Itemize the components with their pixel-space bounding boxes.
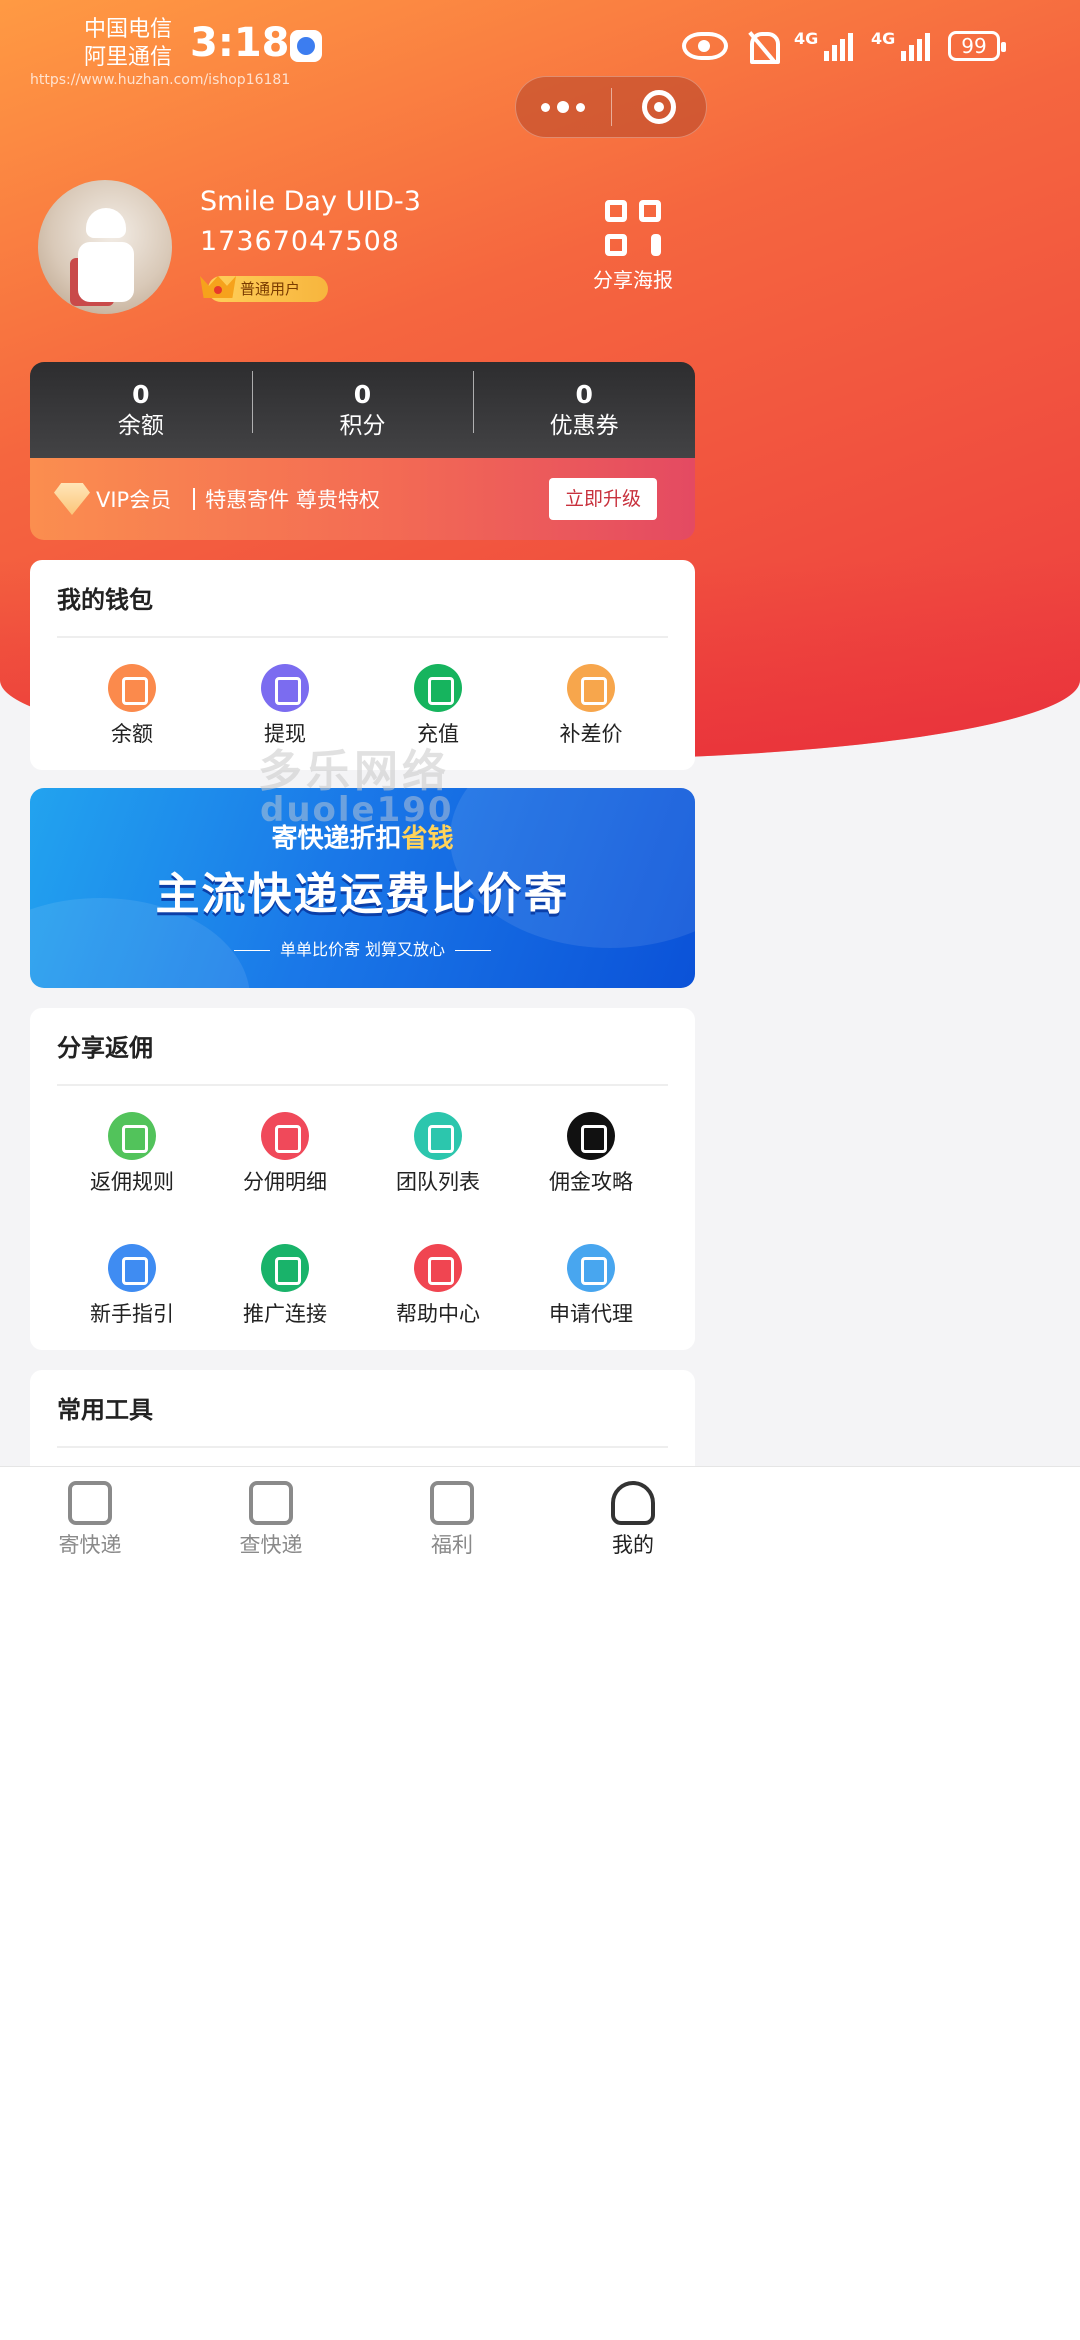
signal-icon-2: 4G: [871, 29, 930, 61]
track-package-icon: [249, 1481, 293, 1525]
rebate-item-label: 新手指引: [90, 1302, 174, 1326]
stat-coupons[interactable]: 0 优惠券: [473, 371, 695, 441]
qr-code-icon: [605, 200, 661, 256]
rebate-item-label: 佣金攻略: [549, 1170, 633, 1194]
shield-icon: [290, 30, 322, 62]
user-icon: [611, 1481, 655, 1525]
wallet-item-label: 补差价: [559, 722, 623, 746]
site-watermark-latin: duole190: [260, 790, 454, 830]
vip-separator: [193, 488, 196, 510]
stat-coupons-value: 0: [575, 380, 593, 409]
stat-points-label: 积分: [339, 413, 386, 439]
briefcase-icon: [567, 664, 615, 712]
bell-off-icon: [746, 30, 780, 64]
status-time: 3:18: [190, 20, 290, 66]
tab-track-package[interactable]: 查快递: [211, 1481, 331, 1559]
bottom-tab-bar: 寄快递 查快递 福利 我的: [0, 1466, 1080, 2340]
stat-points-value: 0: [353, 380, 372, 409]
tab-label: 寄快递: [58, 1533, 122, 1557]
rebate-item-details[interactable]: 分佣明细: [220, 1112, 350, 1196]
carrier-2: 阿里通信: [84, 45, 173, 70]
rebate-item-team[interactable]: 团队列表: [373, 1112, 503, 1196]
user-phone: 17367047508: [200, 226, 400, 257]
avatar[interactable]: [38, 180, 172, 314]
team-icon: [567, 1112, 615, 1160]
miniprogram-capsule: [515, 76, 707, 138]
tab-welfare[interactable]: 福利: [392, 1481, 512, 1559]
crown-icon: [200, 268, 236, 298]
rebate-item-label: 分佣明细: [243, 1170, 327, 1194]
network-type-2: 4G: [871, 29, 896, 48]
banner-tagline-text: 单单比价寄 划算又放心: [279, 940, 446, 959]
banner-title: 主流快递运费比价寄: [155, 869, 570, 920]
stat-balance[interactable]: 0 余额: [30, 379, 252, 441]
house-yen-icon: [261, 664, 309, 712]
diamond-icon: [54, 483, 90, 515]
guide-icon: [108, 1244, 156, 1292]
wallet-item-balance[interactable]: 余额: [67, 664, 197, 748]
help-icon: [414, 1244, 462, 1292]
vip-label: VIP会员: [96, 488, 172, 512]
battery-icon: 99: [948, 31, 1006, 61]
banner-tagline: 单单比价寄 划算又放心: [30, 936, 695, 960]
document-icon: [261, 1112, 309, 1160]
close-target-icon[interactable]: [612, 77, 707, 137]
rebate-item-rules[interactable]: 返佣规则: [67, 1112, 197, 1196]
agent-card-icon: [567, 1244, 615, 1292]
user-name: Smile Day UID-3: [200, 186, 421, 217]
gift-icon: [430, 1481, 474, 1525]
share-poster-label: 分享海报: [593, 268, 673, 292]
list-icon: [414, 1112, 462, 1160]
rebate-item-label: 申请代理: [549, 1302, 633, 1326]
rebate-card: 分享返佣 返佣规则 分佣明细 团队列表 佣金攻略 新手指引 推广连接 帮助中心 …: [30, 1008, 695, 1350]
account-stats-card: 0 余额 0 积分 0 优惠券 VIP会员 特惠寄件 尊贵特权 立即升级: [30, 362, 695, 540]
signal-icon: 4G: [794, 29, 853, 61]
tab-label: 我的: [612, 1533, 654, 1557]
share-poster-button[interactable]: 分享海报: [588, 200, 678, 293]
rebate-item-promo-link[interactable]: 推广连接: [220, 1244, 350, 1328]
stat-coupons-label: 优惠券: [549, 413, 619, 439]
wallet-item-price-difference[interactable]: 补差价: [526, 664, 656, 748]
stat-balance-label: 余额: [117, 413, 164, 439]
tools-title: 常用工具: [57, 1396, 153, 1424]
tab-mine[interactable]: 我的: [573, 1481, 693, 1559]
card-divider: [57, 636, 668, 638]
card-recharge-icon: [414, 664, 462, 712]
status-icons: 4G 4G 99: [682, 24, 1006, 68]
upgrade-button[interactable]: 立即升级: [548, 478, 657, 520]
rebate-item-guide[interactable]: 新手指引: [67, 1244, 197, 1328]
rebate-item-label: 帮助中心: [396, 1302, 480, 1326]
more-dots-icon[interactable]: [516, 77, 611, 137]
rebate-title: 分享返佣: [57, 1034, 153, 1062]
shield-check-icon: [108, 1112, 156, 1160]
vip-bar: VIP会员 特惠寄件 尊贵特权 立即升级: [30, 458, 695, 540]
tab-send-package[interactable]: 寄快递: [30, 1481, 150, 1559]
tab-label: 福利: [431, 1533, 473, 1557]
rebate-item-label: 团队列表: [396, 1170, 480, 1194]
stats-row: 0 余额 0 积分 0 优惠券: [30, 362, 695, 458]
link-icon: [261, 1244, 309, 1292]
network-type-1: 4G: [794, 29, 819, 48]
stat-balance-value: 0: [132, 380, 150, 409]
rebate-item-help[interactable]: 帮助中心: [373, 1244, 503, 1328]
card-divider: [57, 1084, 668, 1086]
card-divider: [57, 1446, 668, 1448]
rebate-item-label: 推广连接: [243, 1302, 327, 1326]
carrier-info: 中国电信 阿里通信: [84, 16, 172, 72]
eye-icon: [682, 32, 728, 60]
url-watermark: https://www.huzhan.com/ishop16181: [30, 72, 291, 88]
rebate-item-label: 返佣规则: [90, 1170, 174, 1194]
carrier-1: 中国电信: [84, 17, 173, 42]
rebate-item-strategy[interactable]: 佣金攻略: [526, 1112, 656, 1196]
send-package-icon: [68, 1481, 112, 1525]
wallet-item-label: 余额: [111, 722, 153, 746]
stat-points[interactable]: 0 积分: [251, 371, 474, 441]
tab-label: 查快递: [239, 1533, 303, 1557]
money-bag-icon: [108, 664, 156, 712]
rebate-item-agent[interactable]: 申请代理: [526, 1244, 656, 1328]
vip-description: 特惠寄件 尊贵特权: [205, 488, 380, 512]
wallet-title: 我的钱包: [57, 586, 153, 614]
